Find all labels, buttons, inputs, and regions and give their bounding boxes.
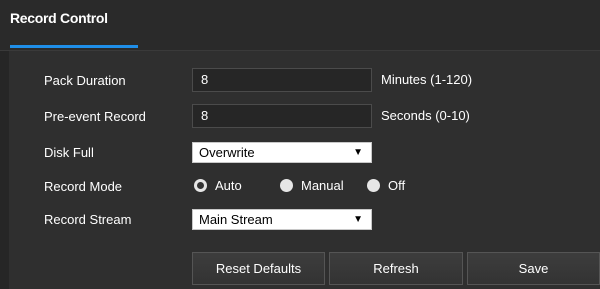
pack-duration-label: Pack Duration bbox=[44, 73, 126, 88]
chevron-down-icon: ▼ bbox=[353, 147, 363, 158]
record-stream-value: Main Stream bbox=[199, 212, 273, 227]
action-button-bar: Reset Defaults Refresh Save bbox=[192, 252, 600, 285]
pack-duration-input[interactable]: 8 bbox=[192, 68, 372, 92]
pack-duration-hint: Minutes (1-120) bbox=[381, 72, 473, 87]
radio-auto[interactable]: Auto bbox=[194, 176, 256, 196]
pre-event-record-input[interactable]: 8 bbox=[192, 104, 372, 128]
record-mode-label: Record Mode bbox=[44, 179, 123, 194]
save-button[interactable]: Save bbox=[467, 252, 600, 285]
disk-full-select[interactable]: Overwrite ▼ bbox=[192, 142, 372, 163]
tab-bar: Record Control bbox=[0, 0, 600, 51]
radio-manual-label: Manual bbox=[301, 178, 344, 193]
radio-icon bbox=[194, 179, 207, 192]
radio-icon bbox=[367, 179, 380, 192]
record-stream-select[interactable]: Main Stream ▼ bbox=[192, 209, 372, 230]
left-panel-edge bbox=[0, 51, 9, 289]
tab-record-control[interactable]: Record Control bbox=[0, 0, 138, 50]
tab-label: Record Control bbox=[10, 10, 108, 26]
disk-full-label: Disk Full bbox=[44, 145, 94, 160]
pre-event-record-hint: Seconds (0-10) bbox=[381, 108, 470, 123]
active-tab-indicator bbox=[10, 45, 138, 48]
radio-icon bbox=[280, 179, 293, 192]
disk-full-value: Overwrite bbox=[199, 145, 255, 160]
record-stream-label: Record Stream bbox=[44, 212, 132, 227]
refresh-button[interactable]: Refresh bbox=[329, 252, 463, 285]
radio-off[interactable]: Off bbox=[367, 176, 417, 196]
reset-defaults-button[interactable]: Reset Defaults bbox=[192, 252, 325, 285]
radio-manual[interactable]: Manual bbox=[280, 176, 360, 196]
radio-auto-label: Auto bbox=[215, 178, 242, 193]
pre-event-record-label: Pre-event Record bbox=[44, 109, 146, 124]
radio-off-label: Off bbox=[388, 178, 406, 193]
chevron-down-icon: ▼ bbox=[353, 214, 363, 225]
